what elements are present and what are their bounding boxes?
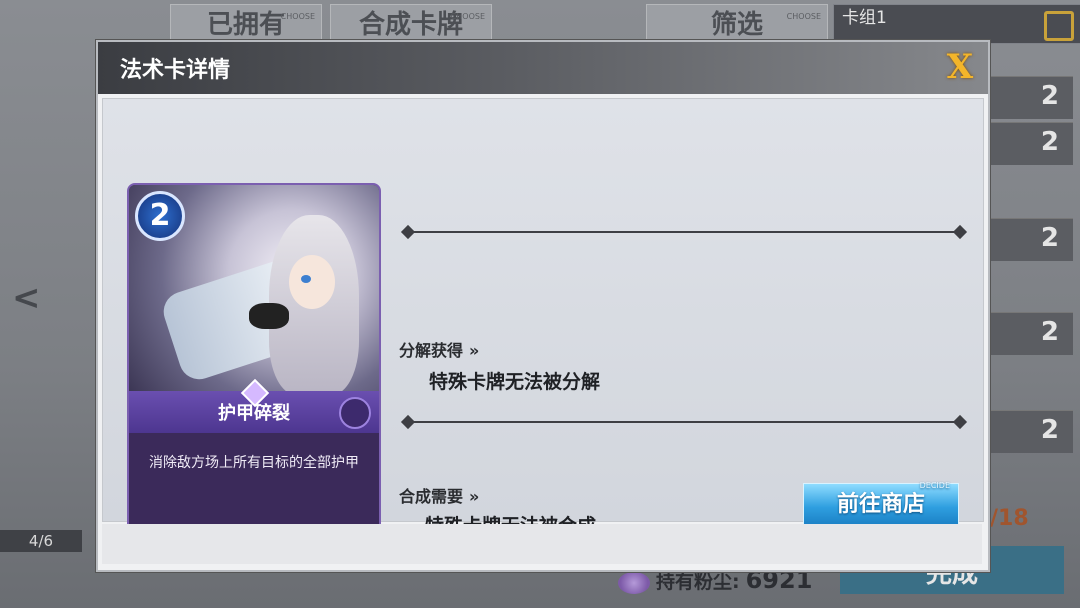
deck-card-count: 2 [1040,127,1059,157]
go-to-shop-button[interactable]: 前往商店 DECIDE [803,481,959,527]
craft-label-text: 合成需要 [399,487,464,506]
deck-card-count: 2 [1040,81,1059,111]
page-count: 4/6 [0,530,82,552]
tab-craft-cards[interactable]: 合成卡牌 CHOOSE [330,4,492,42]
deck-card-row[interactable]: 2 [987,122,1073,165]
divider-cap [952,224,968,240]
art-glove [249,303,289,329]
deck-header[interactable]: 卡组1 [833,4,1080,44]
deck-total-count: /18 [990,506,1029,531]
chevron-right-icon: » [469,487,479,506]
deck-card-row[interactable]: 2 [987,312,1073,355]
spell-card-detail-dialog: 法术卡详情 X 2 护甲碎裂 消除敌方场上所有目标的全部护甲 秘术 [96,40,990,572]
deck-card-count: 2 [1040,415,1059,445]
dialog-footer [102,524,982,564]
deck-name: 卡组1 [842,8,887,28]
dialog-body: 2 护甲碎裂 消除敌方场上所有目标的全部护甲 秘术 分解获得 » 特殊卡牌无法被分… [102,98,984,547]
art-eye [301,275,311,283]
class-rune-icon [339,397,371,429]
chevron-right-icon: » [469,341,479,360]
deck-card-row[interactable]: 2 [987,76,1073,119]
go-to-shop-label: 前往商店 [836,492,925,517]
dialog-header: 法术卡详情 X [98,42,988,94]
spell-card: 2 护甲碎裂 消除敌方场上所有目标的全部护甲 秘术 [127,183,381,547]
craft-label: 合成需要 » [399,483,480,507]
close-button[interactable]: X [942,48,978,86]
divider [400,224,968,240]
divider [400,414,968,430]
tab-filter-label: 筛选 [710,10,763,40]
card-nameplate: 护甲碎裂 [129,378,379,433]
card-description: 消除敌方场上所有目标的全部护甲 [149,455,359,471]
divider-line [411,421,957,423]
tab-owned[interactable]: 已拥有 CHOOSE [170,4,322,42]
tab-filter[interactable]: 筛选 CHOOSE [646,4,828,42]
edit-icon[interactable] [1044,11,1074,41]
tab-craft-cards-tag: CHOOSE [450,12,485,21]
go-to-shop-tag: DECIDE [919,481,950,490]
deck-card-row[interactable]: 2 [987,410,1073,453]
divider-cap [952,414,968,430]
disenchant-label-text: 分解获得 [399,341,464,360]
disenchant-label: 分解获得 » [399,337,480,361]
disenchant-value: 特殊卡牌无法被分解 [429,371,601,393]
tab-owned-tag: CHOOSE [280,12,315,21]
deck-card-row[interactable]: 2 [987,218,1073,261]
dust-label: 持有粉尘: [656,571,740,593]
deck-card-count: 2 [1040,317,1059,347]
prev-page-icon[interactable]: < [12,278,41,318]
deck-card-count: 2 [1040,223,1059,253]
tab-owned-label: 已拥有 [206,10,285,40]
mana-cost: 2 [135,191,185,241]
tab-filter-tag: CHOOSE [786,12,821,21]
divider-line [411,231,957,233]
dust-icon [618,571,650,594]
art-face [289,255,335,309]
dialog-title: 法术卡详情 [120,58,231,83]
tab-craft-cards-label: 合成卡牌 [358,10,463,40]
